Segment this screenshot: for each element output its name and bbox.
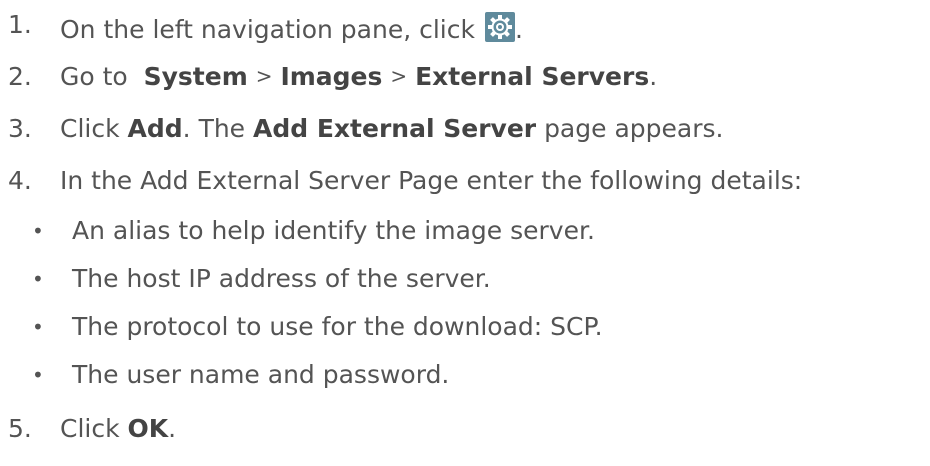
gear-icon [484, 12, 515, 42]
ok-label: OK [127, 414, 169, 443]
bullet-text: An alias to help identify the image serv… [72, 216, 595, 245]
step-text: Go to System > Images > External Servers… [60, 64, 657, 89]
path-system: System [143, 62, 248, 91]
path-separator: > [390, 64, 408, 88]
bullet-text: The host IP address of the server. [72, 264, 491, 293]
step-text: Click Add. The Add External Server page … [60, 116, 723, 141]
step-text-after: . [649, 62, 658, 91]
step-text: Click OK. [60, 416, 176, 441]
step-text-before: On the left navigation pane, click [60, 15, 475, 44]
bullet-glyph: • [32, 219, 44, 243]
step-number: 4. [8, 166, 32, 195]
add-external-server-label: Add External Server [253, 114, 537, 143]
step-number: 1. [8, 10, 32, 39]
path-images: Images [280, 62, 383, 91]
path-external-servers: External Servers [415, 62, 650, 91]
bullet-text: The user name and password. [72, 360, 450, 389]
step-number: 3. [8, 114, 32, 143]
step-text-after: page appears. [544, 114, 724, 143]
step-text-after: . [514, 15, 523, 44]
step-text: On the left navigation pane, click . [60, 12, 523, 42]
step-text-before: Go to [60, 62, 128, 91]
bullet-text: The protocol to use for the download: SC… [72, 312, 603, 341]
add-label: Add [127, 114, 183, 143]
bullet-glyph: • [32, 363, 44, 387]
bullet-glyph: • [32, 315, 44, 339]
step-text-mid: . The [182, 114, 246, 143]
bullet-glyph: • [32, 267, 44, 291]
step-text: In the Add External Server Page enter th… [60, 166, 803, 195]
path-separator: > [255, 64, 273, 88]
step-number: 5. [8, 414, 32, 443]
step-text-after: . [168, 414, 177, 443]
step-text-before: Click [60, 414, 120, 443]
step-number: 2. [8, 62, 32, 91]
step-text-before: Click [60, 114, 120, 143]
